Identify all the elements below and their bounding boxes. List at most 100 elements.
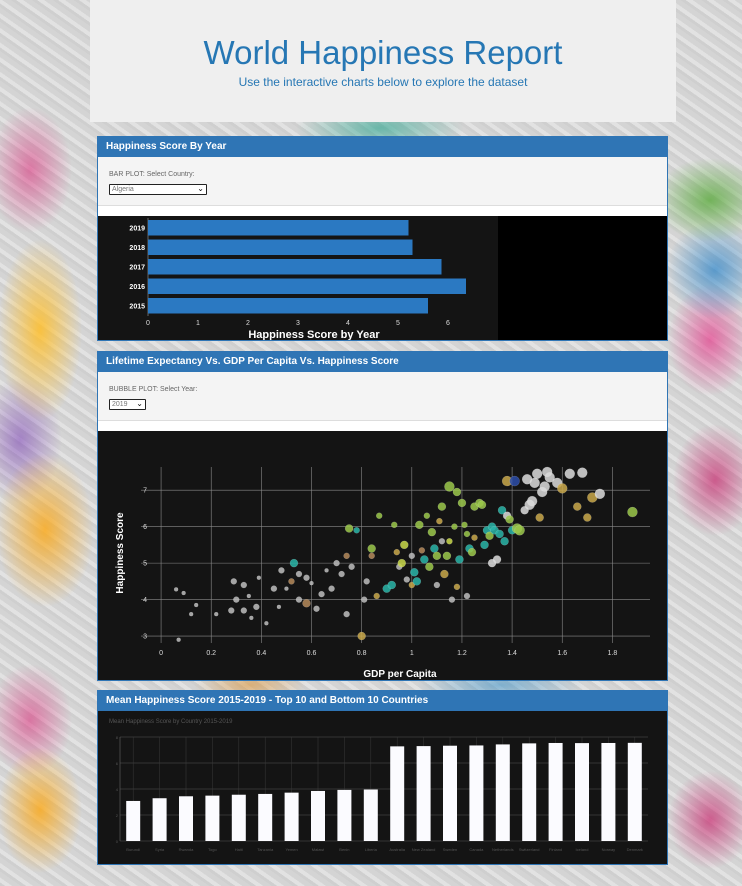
bubble-point bbox=[313, 605, 320, 612]
bubble-point bbox=[240, 607, 247, 614]
country-select-label: BAR PLOT: Select Country: bbox=[109, 171, 195, 178]
x-tick-label: Rwanda bbox=[179, 847, 194, 852]
x-tick-label: Benin bbox=[339, 847, 349, 852]
x-tick-label: Australia bbox=[389, 847, 405, 852]
year-select[interactable]: 2019 ⌄ bbox=[109, 399, 146, 410]
bubble-point bbox=[457, 498, 467, 508]
x-tick-label: 6 bbox=[446, 320, 450, 327]
y-tick-label: 7 bbox=[143, 488, 147, 495]
bubble-point bbox=[495, 529, 504, 539]
bubble-point bbox=[471, 534, 478, 541]
x-tick-label: 2 bbox=[246, 320, 250, 327]
bubble-point bbox=[348, 563, 355, 570]
panel-title: Lifetime Expectancy Vs. GDP Per Capita V… bbox=[98, 352, 667, 372]
x-tick-label: 5 bbox=[396, 320, 400, 327]
bubble-point bbox=[477, 500, 487, 509]
bubble-point bbox=[444, 481, 455, 492]
panel-title: Happiness Score By Year bbox=[98, 137, 667, 157]
x-tick-label: 1.4 bbox=[507, 650, 517, 657]
bubble-point bbox=[455, 555, 464, 564]
bubble-point bbox=[436, 518, 443, 525]
bubble-point bbox=[270, 585, 278, 592]
x-tick-label: 0.8 bbox=[357, 650, 367, 657]
y-tick-label: 4 bbox=[143, 597, 147, 604]
year-select-value: 2019 bbox=[112, 401, 128, 408]
y-tick-label: 2016 bbox=[129, 284, 145, 291]
y-tick-label: 2017 bbox=[129, 264, 145, 271]
bar-chart-mean-happiness: Mean Happiness Score by Country 2015-201… bbox=[98, 711, 667, 864]
bar bbox=[152, 798, 167, 841]
bar bbox=[363, 789, 378, 841]
bubble-point bbox=[557, 483, 568, 494]
panel-controls: BAR PLOT: Select Country: Algeria ⌄ bbox=[98, 157, 667, 206]
x-tick-label: 1.2 bbox=[457, 650, 467, 657]
bubble-point bbox=[505, 515, 514, 524]
x-tick-label: Liberia bbox=[365, 847, 378, 852]
spacer bbox=[98, 421, 667, 431]
bubble-point bbox=[284, 586, 289, 591]
bubble-point bbox=[408, 552, 415, 559]
bubble-point bbox=[440, 569, 449, 579]
bar bbox=[148, 220, 409, 236]
bar bbox=[284, 792, 299, 841]
x-tick-label: Iceland bbox=[576, 847, 589, 852]
bubble-point bbox=[529, 477, 540, 489]
bar bbox=[148, 278, 466, 294]
bubble-point bbox=[295, 596, 303, 603]
bubble-point bbox=[564, 468, 575, 479]
panel-bubble-plot: Lifetime Expectancy Vs. GDP Per Capita V… bbox=[97, 351, 668, 681]
bar bbox=[311, 790, 325, 841]
spacer bbox=[98, 206, 667, 216]
bar bbox=[148, 239, 413, 255]
bubble-point bbox=[412, 577, 421, 586]
bubble-point bbox=[448, 596, 456, 603]
bubble-point bbox=[373, 592, 380, 600]
bar bbox=[231, 794, 246, 841]
bubble-point bbox=[425, 562, 434, 571]
bubble-point bbox=[492, 555, 502, 564]
bubble-point bbox=[343, 611, 350, 618]
bubble-point bbox=[527, 495, 538, 507]
bubble-point bbox=[427, 527, 437, 537]
country-select[interactable]: Algeria ⌄ bbox=[109, 184, 207, 195]
bubble-point bbox=[397, 558, 406, 568]
x-tick-label: 1.6 bbox=[557, 650, 567, 657]
bubble-point bbox=[289, 558, 299, 568]
x-tick-label: Canada bbox=[469, 847, 484, 852]
y-tick-label: 3 bbox=[143, 634, 147, 641]
x-tick-label: Yemen bbox=[285, 847, 297, 852]
bubble-point bbox=[532, 468, 543, 479]
x-tick-label: 1 bbox=[410, 650, 414, 657]
chevron-down-icon: ⌄ bbox=[136, 399, 143, 408]
bar bbox=[258, 793, 273, 841]
y-tick-label: 2018 bbox=[129, 245, 145, 252]
y-tick-label: 5 bbox=[143, 561, 147, 568]
bar-chart-happiness-by-year: 2019 2018 2017 2016 2015 0 1 2 3 4 5 6 Happiness Sco… bbox=[98, 216, 667, 340]
bubble-point bbox=[463, 592, 471, 600]
x-tick-label: 0.2 bbox=[206, 650, 216, 657]
bubble-point bbox=[295, 570, 303, 578]
bubble-point bbox=[438, 538, 446, 545]
bubble-point bbox=[463, 530, 471, 538]
bubble-point bbox=[309, 581, 314, 586]
bar bbox=[126, 800, 141, 841]
bubble-point bbox=[387, 580, 396, 590]
bubble-point bbox=[324, 568, 329, 573]
bubble-point bbox=[500, 537, 509, 546]
x-tick-label: 3 bbox=[296, 320, 300, 327]
bubble-point bbox=[333, 559, 340, 567]
x-tick-label: Togo bbox=[208, 847, 217, 852]
bubble-point bbox=[535, 513, 544, 522]
bubble-point bbox=[480, 540, 489, 550]
x-axis-label: Happiness Score by Year bbox=[248, 329, 380, 340]
bubble-point bbox=[446, 538, 453, 545]
bubble-point bbox=[594, 488, 606, 499]
bubble-point bbox=[176, 637, 181, 642]
page-title: World Happiness Report bbox=[203, 34, 563, 71]
bubble-point bbox=[181, 590, 186, 596]
bubble-point bbox=[249, 615, 254, 620]
bubble-point bbox=[328, 585, 335, 592]
x-tick-label: Finland bbox=[549, 847, 562, 852]
bubble-point bbox=[391, 521, 398, 528]
bubble-point bbox=[442, 551, 452, 560]
